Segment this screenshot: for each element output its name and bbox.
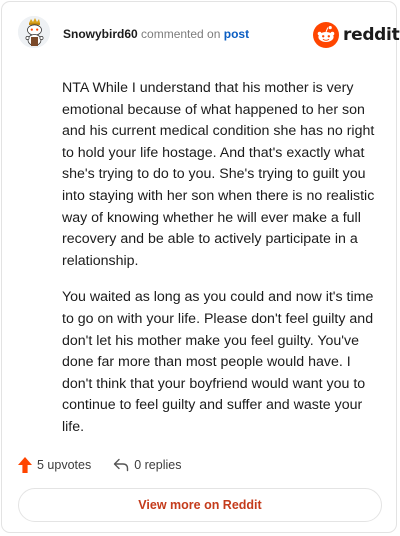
upvote-button[interactable]: 5 upvotes xyxy=(18,457,91,473)
upvote-arrow-icon xyxy=(18,457,32,473)
meta-verb: commented on xyxy=(141,27,221,41)
snoo-avatar-icon xyxy=(18,16,50,48)
view-more-button[interactable]: View more on Reddit xyxy=(18,488,382,522)
comment-header: Snowybird60 commented on post reddit xyxy=(2,2,400,66)
comment-paragraph: You waited as long as you could and now … xyxy=(62,289,374,435)
upvote-count: 5 upvotes xyxy=(37,458,92,472)
avatar[interactable] xyxy=(18,16,50,48)
brand-wordmark: reddit xyxy=(343,25,400,45)
comment-footer: 5 upvotes 0 replies xyxy=(18,455,181,475)
reply-arrow-icon xyxy=(114,458,129,472)
embedded-comment-card: Snowybird60 commented on post reddit NTA… xyxy=(1,1,400,533)
reddit-brand[interactable]: reddit xyxy=(313,22,400,48)
reply-count: 0 replies xyxy=(134,458,182,472)
comment-body: NTA While I understand that his mother i… xyxy=(62,78,378,454)
reply-button[interactable]: 0 replies xyxy=(113,458,181,472)
author-name[interactable]: Snowybird60 xyxy=(63,27,138,41)
comment-meta: Snowybird60 commented on post xyxy=(63,27,249,41)
comment-paragraph: NTA While I understand that his mother i… xyxy=(62,80,375,269)
reddit-logo-icon xyxy=(313,22,339,48)
post-link[interactable]: post xyxy=(224,27,249,41)
